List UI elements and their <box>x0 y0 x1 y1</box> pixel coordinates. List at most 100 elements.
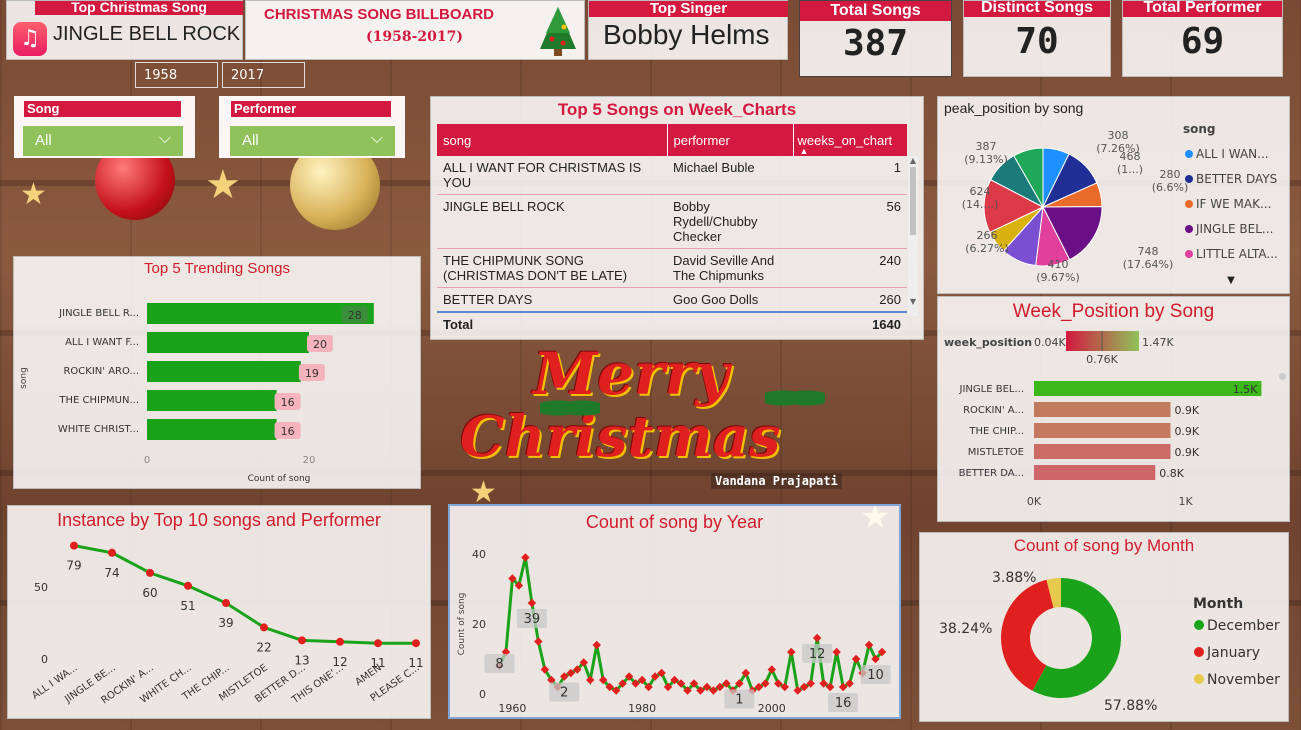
data-label: 0.9K <box>1174 404 1199 417</box>
table-row[interactable]: BETTER DAYS Goo Goo Dolls 260 <box>437 288 907 312</box>
cell-song: JINGLE BELL ROCK <box>443 199 565 214</box>
performer-dropdown[interactable]: All ⌵ <box>230 126 395 156</box>
table-scrollbar[interactable]: ▲ ▼ <box>908 156 918 316</box>
month-chart[interactable]: Count of song by Month 57.88% 38.24% 3.88%… <box>919 532 1289 722</box>
line-marker <box>592 640 601 650</box>
song-dropdown[interactable]: All ⌵ <box>23 126 183 156</box>
instance-line-svg: 05079ALL I WA...74JINGLE BE...60ROCKIN' … <box>30 541 424 706</box>
scroll-down-icon[interactable]: ▼ <box>908 297 918 306</box>
data-label: 60 <box>142 586 157 600</box>
scroll-thumb[interactable] <box>910 167 916 235</box>
performer-slicer-label: Performer <box>231 101 391 117</box>
instance-top10-chart[interactable]: Instance by Top 10 songs and Performer 0… <box>7 505 431 719</box>
table-row[interactable]: JINGLE BELL ROCK Bobby Rydell/Chubby Chec… <box>437 195 907 249</box>
series-line <box>73 544 416 645</box>
line-marker <box>298 636 306 645</box>
top-singer-title: Top Singer <box>589 1 788 17</box>
panel-resize-dot[interactable] <box>1279 373 1286 380</box>
year-chart-title: Count of song by Year <box>585 512 764 532</box>
data-label: 1 <box>735 693 743 708</box>
data-label: 16 <box>281 425 295 438</box>
peak-position-chart[interactable]: peak_position by song 308 (7.26%) 468 (1...… <box>937 96 1290 294</box>
line-marker <box>184 581 192 590</box>
year-from-box[interactable]: 1958 <box>135 62 218 88</box>
holly-leaves <box>765 385 825 411</box>
line-marker <box>222 599 230 608</box>
slice-label-pct: (6.6%) <box>1152 181 1189 194</box>
col-header-performer[interactable]: performer <box>666 124 793 156</box>
line-marker <box>812 633 822 643</box>
cell-performer: Goo Goo Dolls <box>673 292 759 307</box>
top-song-card: Top Christmas Song ♫ JINGLE BELL ROCK <box>6 0 243 60</box>
gradient-mid-label: 0.76K <box>1086 353 1118 366</box>
category-label: THE CHIP... <box>968 426 1024 437</box>
week-position-svg: week_position 0.04K 0.76K 1.47K JINGLE BEL..… <box>944 331 1262 508</box>
music-app-icon: ♫ <box>13 22 47 56</box>
greeting-line2: Christmas <box>460 404 781 470</box>
data-label: 22 <box>256 640 271 654</box>
cell-performer: Michael Buble <box>673 160 755 175</box>
year-chart[interactable]: Count of song by Year 0 20 40 1960 1980 2000 C… <box>448 504 901 719</box>
week-position-chart[interactable]: Week_Position by Song week_position 0.04K… <box>937 296 1290 522</box>
legend-marker <box>1185 200 1193 208</box>
gradient-legend-label: week_position <box>944 336 1032 349</box>
slice-label-value: 308 <box>1108 129 1129 142</box>
performer-slicer: Performer All ⌵ <box>219 96 405 158</box>
kpi-total-songs: Total Songs 387 <box>799 0 952 77</box>
trending-songs-chart[interactable]: Top 5 Trending Songs song JINGLE BELL R..… <box>13 256 421 489</box>
legend-item: IF WE MAK... <box>1196 197 1271 211</box>
legend-marker <box>1194 647 1204 657</box>
y-tick-label: 0 <box>479 688 486 701</box>
merry-christmas-graphic: Merry Christmas <box>455 340 870 480</box>
kpi-total-performer-label: Total Performer <box>1123 0 1282 17</box>
line-marker <box>108 548 116 557</box>
y-axis-title: song <box>19 367 29 389</box>
song-slicer: Song All ⌵ <box>14 96 195 158</box>
line-marker <box>787 647 796 657</box>
kpi-total-songs-label: Total Songs <box>800 1 951 21</box>
scroll-up-icon[interactable]: ▲ <box>908 156 918 165</box>
cell-weeks: 260 <box>879 292 901 307</box>
slice-label-value: 624 <box>970 185 991 198</box>
legend-item: January <box>1206 645 1260 661</box>
cell-performer: Bobby Rydell/Chubby Checker <box>673 199 758 244</box>
table-row[interactable]: THE CHIPMUNK SONG (CHRISTMAS DON'T BE LA… <box>437 249 907 288</box>
year-line-svg: 0 20 40 1960 1980 2000 Count of song 8 39 2 1 12 16 1… <box>457 548 891 715</box>
billboard-title: CHRISTMAS SONG BILLBOARD <box>264 6 494 23</box>
top-singer-value: Bobby Helms <box>603 19 770 50</box>
col-header-song[interactable]: song <box>437 124 667 156</box>
data-label: 10 <box>867 668 884 683</box>
y-tick-label: 20 <box>472 618 486 631</box>
x-tick-label: 0 <box>144 455 150 466</box>
cell-song: ALL I WANT FOR CHRISTMAS IS YOU <box>443 160 642 190</box>
week-charts-table-card: Top 5 Songs on Week_Charts song performe… <box>430 96 924 340</box>
legend-item: JINGLE BEL... <box>1195 222 1273 236</box>
sort-ascending-icon: ▲ <box>799 146 809 156</box>
slice-label-value: 266 <box>977 229 998 242</box>
slice-label-pct: (17.64%) <box>1123 258 1174 271</box>
data-label: 2 <box>560 686 568 701</box>
legend-marker <box>1194 620 1204 630</box>
legend-title: song <box>1183 122 1216 136</box>
bar <box>1034 423 1171 438</box>
data-label: 16 <box>835 696 852 711</box>
week-position-title: Week_Position by Song <box>1012 301 1215 322</box>
line-marker <box>336 637 344 646</box>
author-watermark: Vandana Prajapati <box>711 473 842 489</box>
data-label: 0.9K <box>1174 446 1199 459</box>
line-marker <box>521 553 530 562</box>
cell-weeks: 56 <box>886 199 901 214</box>
data-label: 1.5K <box>1233 383 1258 396</box>
slice-label-pct: (9.13%) <box>964 153 1008 166</box>
x-tick-label: 1K <box>1179 495 1194 508</box>
slice-label-december: 57.88% <box>1104 698 1157 714</box>
slice-label-value: 468 <box>1120 150 1141 163</box>
col-header-weeks[interactable]: weeks_on_chart ▲ <box>792 124 907 156</box>
table-row[interactable]: ALL I WANT FOR CHRISTMAS IS YOU Michael B… <box>437 156 907 195</box>
gradient-max-label: 1.47K <box>1142 336 1174 349</box>
line-marker <box>534 637 543 646</box>
year-to-box[interactable]: 2017 <box>222 62 305 88</box>
line-marker <box>260 623 268 632</box>
billboard-card: CHRISTMAS SONG BILLBOARD (1958-2017) <box>245 0 585 60</box>
data-label: 20 <box>313 338 327 351</box>
